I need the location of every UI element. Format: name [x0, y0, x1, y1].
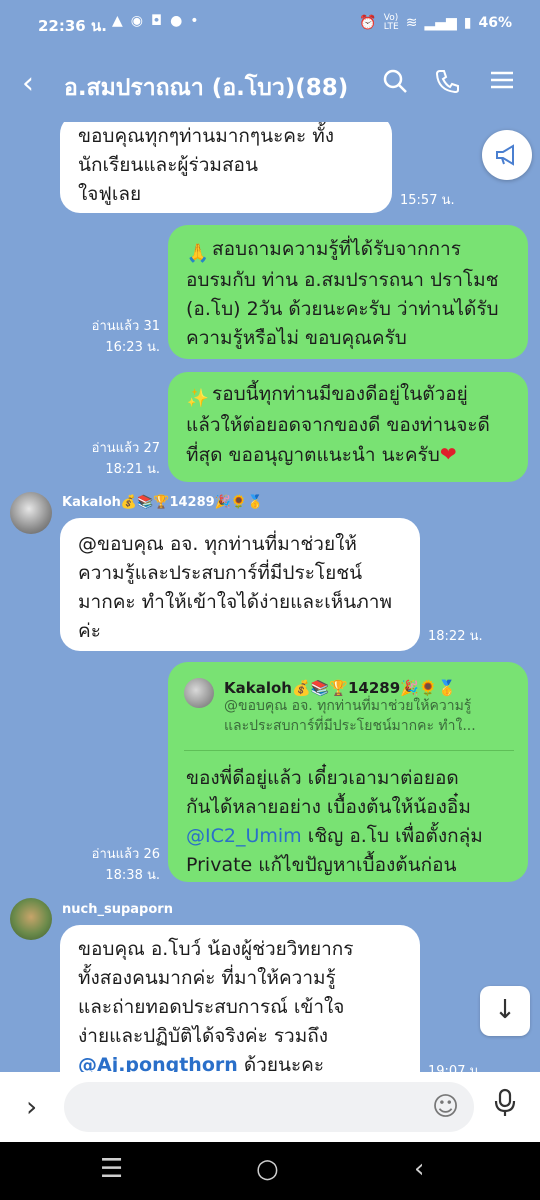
message-line: ของพี่ดีอยู่แล้ว เดี๋ยวเอามาต่อยอด	[186, 767, 459, 789]
sender-name: Kakaloh💰📚🏆14289🎉🌻🥇	[62, 495, 264, 510]
notification-icons: ▲ ◉ ◘ ● •	[112, 13, 199, 29]
message-line: Private แก้ไขปัญหาเบื้องต้นก่อน	[186, 854, 457, 876]
clock: 22:36 น.	[38, 17, 107, 35]
message-line: @Aj.pongthorn ด้วยนะคะ	[78, 1051, 420, 1072]
message-time: 19:07 น.	[428, 1064, 483, 1072]
microphone-icon-svg	[494, 1088, 516, 1116]
message-line: ง่ายและปฏิบัติได้จริงค่ะ รวมถึง	[78, 1025, 329, 1047]
message-line: @IC2_Umim เชิญ อ.โบ เพื่อตั้งกลุ่ม	[186, 825, 483, 847]
read-count: อ่านแล้ว 31	[91, 319, 160, 334]
message-line: ที่สุด ขออนุญาตแนะนำ นะครับ❤	[186, 442, 457, 466]
menu-icon[interactable]	[490, 68, 514, 98]
mention-link[interactable]: @IC2_Umim	[186, 825, 302, 847]
message-line: @ขอบคุณ อจ. ทุกท่านที่มาช่วยให้	[78, 533, 357, 555]
chevron-right-icon[interactable]: ›	[26, 1090, 37, 1123]
chat-header: ‹ อ.สมปราถณา (อ.โบว)(88)	[0, 48, 540, 122]
message-time: 15:57 น.	[400, 193, 455, 208]
home-icon[interactable]: ○	[256, 1154, 279, 1184]
message-line: ความรู้และประสบการ์ที่มีประโยชน์	[78, 562, 363, 584]
message-time: 18:21 น.	[105, 462, 160, 477]
message-line: มากคะ ทำให้เข้าใจได้ง่ายและเห็นภาพ	[78, 591, 393, 613]
message-line: ขอบคุณทุกๆท่านมากๆนะคะ ทั้ง	[78, 125, 335, 147]
system-icons: ⏰ Vo) LTE ≋ ▂▄▆ ▮ 46%	[359, 14, 512, 32]
facebook-icon: ●	[170, 13, 183, 29]
message-time: 18:38 น.	[105, 868, 160, 883]
message-line: ทั้งสองคนมากค่ะ ที่มาให้ความรู้	[78, 967, 336, 989]
dot-icon: •	[190, 13, 199, 29]
messenger-icon: ◉	[130, 13, 143, 29]
search-icon[interactable]	[382, 68, 408, 100]
reply-quote[interactable]: Kakaloh💰📚🏆14289🎉🌻🥇 @ขอบคุณ อจ. ทุกท่านที…	[184, 674, 510, 748]
message-line: ขอบคุณ อ.โบว์ น้องผู้ช่วยวิทยากร	[78, 938, 354, 960]
message-bubble[interactable]: Kakaloh💰📚🏆14289🎉🌻🥇 @ขอบคุณ อจ. ทุกท่านที…	[168, 662, 528, 882]
instagram-icon: ◘	[151, 13, 163, 29]
emoji-icon[interactable]: ☺	[432, 1092, 459, 1122]
status-bar: 22:36 น. ▲ ◉ ◘ ● • ⏰ Vo) LTE ≋ ▂▄▆ ▮ 46%	[0, 0, 540, 48]
heart-emoji: ❤	[439, 442, 457, 466]
message-bubble[interactable]: @ขอบคุณ อจ. ทุกท่านที่มาช่วยให้ ความรู้แ…	[60, 518, 420, 651]
message-line: กันได้หลายอย่าง เบื้องต้นให้น้องอิ๋ม	[186, 796, 471, 818]
message-line: (อ.โบ) 2วัน ด้วยนะคะรับ ว่าท่านได้รับ	[186, 298, 499, 320]
menu-icon-svg	[491, 71, 513, 89]
arrow-down-icon[interactable]: ↓	[480, 986, 530, 1036]
pray-emoji: 🙏	[186, 243, 210, 264]
system-nav-bar: ☰ ○ ‹	[0, 1142, 540, 1200]
battery-icon: ▮	[463, 15, 472, 31]
message-line: ใจฟูเลย	[78, 183, 142, 205]
phone-icon[interactable]	[434, 68, 460, 100]
chat-title[interactable]: อ.สมปราถณา (อ.โบว)(88)	[64, 70, 348, 106]
message-line: นักเรียนและผู้ร่วมสอน	[78, 154, 258, 176]
message-bubble[interactable]: ขอบคุณทุกๆท่านมากๆนะคะ ทั้ง นักเรียนและผ…	[60, 122, 392, 213]
message-time: 16:23 น.	[105, 340, 160, 355]
chat-area[interactable]: ขอบคุณทุกๆท่านมากๆนะคะ ทั้ง นักเรียนและผ…	[0, 122, 540, 1072]
wifi-icon: ≋	[405, 15, 418, 31]
message-body: ของพี่ดีอยู่แล้ว เดี๋ยวเอามาต่อยอด กันได…	[186, 764, 483, 880]
message-line: 🙏 สอบถามความรู้ที่ได้รับจากการ	[186, 238, 461, 264]
phone-icon-svg	[435, 70, 459, 94]
message-input[interactable]	[64, 1082, 474, 1132]
read-count: อ่านแล้ว 27	[91, 441, 160, 456]
quote-divider	[184, 750, 514, 751]
message-bubble[interactable]: ขอบคุณ อ.โบว์ น้องผู้ช่วยวิทยากร ทั้งสอง…	[60, 925, 420, 1072]
warning-icon: ▲	[112, 13, 123, 29]
signal-icon: ▂▄▆	[424, 15, 457, 31]
message-line: ค่ะ	[78, 620, 101, 642]
message-time: 18:22 น.	[428, 629, 483, 644]
microphone-icon[interactable]	[492, 1088, 518, 1125]
message-line: อบรมกับ ท่าน อ.สมปรารถนา ปราโมช	[186, 269, 499, 291]
message-bubble[interactable]: 🙏 สอบถามความรู้ที่ได้รับจากการ อบรมกับ ท่…	[168, 225, 528, 359]
battery-level: 46%	[478, 15, 512, 31]
input-bar: › ☺	[0, 1072, 540, 1142]
message-line: และถ่ายทอดประสบการณ์ เข้าใจ	[78, 996, 345, 1018]
alarm-icon: ⏰	[359, 15, 377, 31]
back-nav-icon[interactable]: ‹	[414, 1154, 424, 1184]
avatar	[184, 678, 214, 708]
megaphone-icon[interactable]	[482, 130, 532, 180]
avatar[interactable]	[10, 898, 52, 940]
read-count: อ่านแล้ว 26	[91, 847, 160, 862]
avatar[interactable]	[10, 492, 52, 534]
search-icon-svg	[383, 69, 407, 93]
message-bubble[interactable]: ✨ รอบนี้ทุกท่านมีของดีอยู่ในตัวอยู่ แล้วใ…	[168, 372, 528, 482]
volte-icon: Vo) LTE	[383, 13, 399, 32]
recents-icon[interactable]: ☰	[100, 1154, 123, 1184]
back-icon[interactable]: ‹	[22, 66, 34, 101]
quote-text: @ขอบคุณ อจ. ทุกท่านที่มาช่วยให้ความรู้ แ…	[224, 698, 476, 734]
sparkle-emoji: ✨	[186, 388, 210, 409]
sender-name: nuch_supaporn	[62, 902, 173, 917]
message-line: แล้วให้ต่อยอดจากของดี ของท่านจะดี	[186, 414, 490, 436]
message-line: ความรู้หรือไม่ ขอบคุณครับ	[186, 327, 407, 349]
megaphone-icon-svg	[496, 144, 514, 166]
mention-link[interactable]: @Aj.pongthorn	[78, 1054, 238, 1072]
message-line: ✨ รอบนี้ทุกท่านมีของดีอยู่ในตัวอยู่	[186, 383, 468, 409]
